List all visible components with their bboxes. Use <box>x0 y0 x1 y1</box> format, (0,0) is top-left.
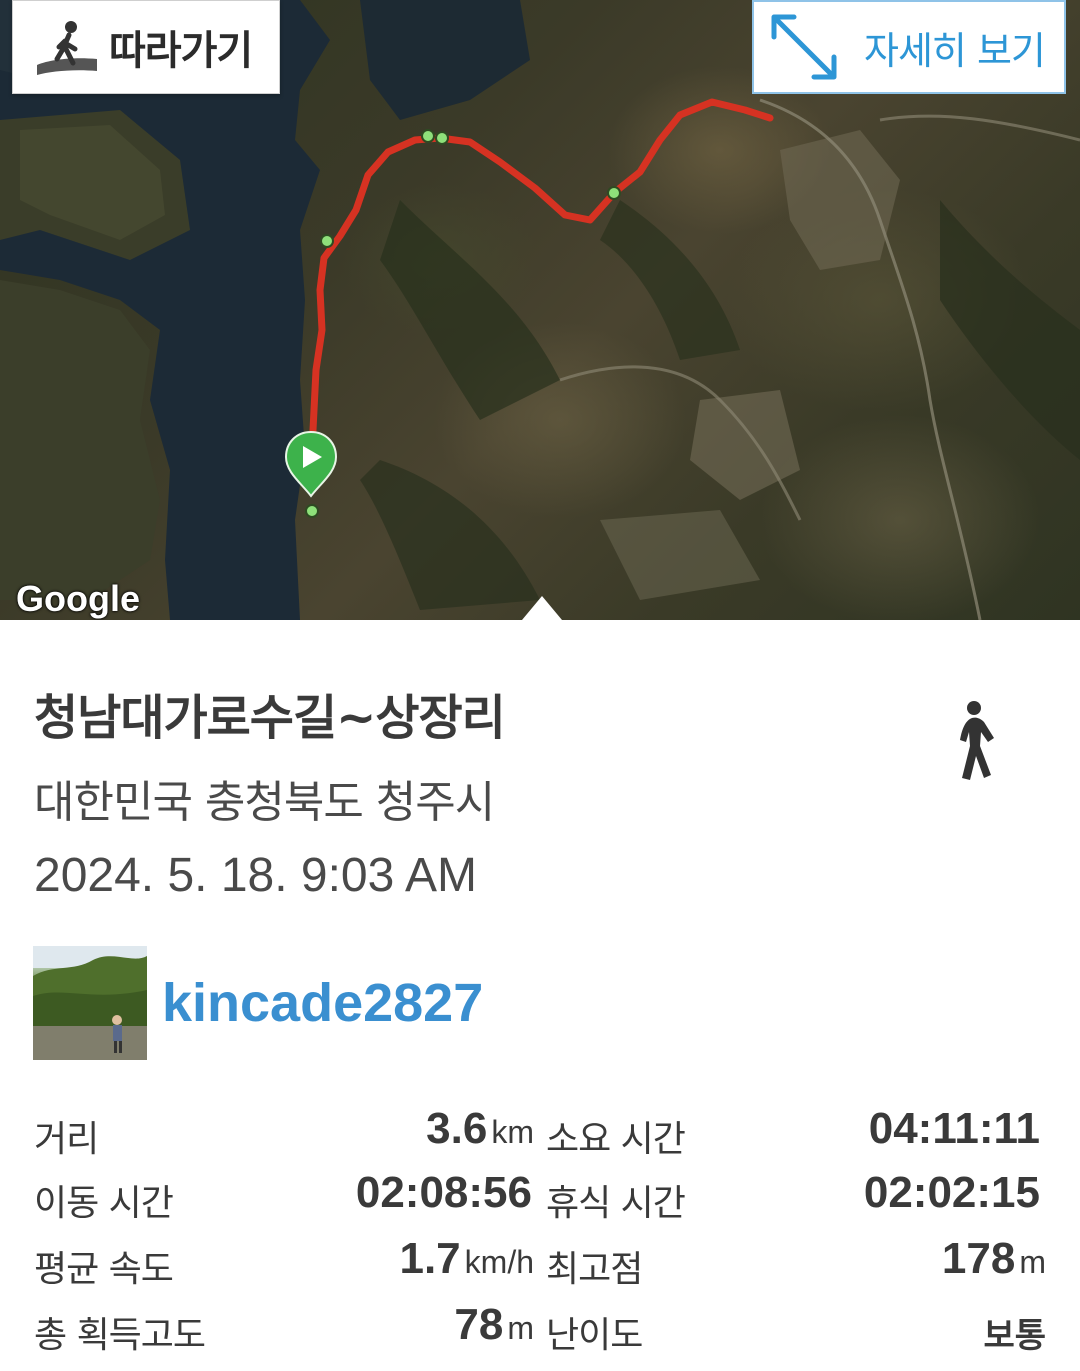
track-datetime: 2024. 5. 18. 9:03 AM <box>34 849 477 902</box>
track-location: 대한민국 충청북도 청주시 <box>34 777 495 828</box>
follow-walker-icon <box>37 21 97 75</box>
expand-arrows-icon <box>771 14 837 80</box>
moving-time-label: 이동 시간 <box>34 1183 174 1224</box>
walking-icon <box>960 701 994 780</box>
rest-time-value: 02:02:15 <box>863 1168 1040 1217</box>
waypoint-marker <box>305 504 319 518</box>
avatar-photo <box>33 946 147 1060</box>
avatar[interactable] <box>33 946 147 1060</box>
follow-button[interactable]: 따라가기 <box>12 0 280 94</box>
waypoint-marker <box>421 129 435 143</box>
waypoint-marker <box>320 234 334 248</box>
difficulty-label: 난이도 <box>546 1315 643 1356</box>
elevation-gain-label: 총 획득고도 <box>34 1315 206 1356</box>
distance-label: 거리 <box>34 1119 99 1160</box>
track-info-panel: 청남대가로수길~상장리 대한민국 충청북도 청주시 2024. 5. 18. 9… <box>0 620 1080 1371</box>
rest-time-label: 휴식 시간 <box>546 1183 686 1224</box>
difficulty-value: 보통 <box>983 1316 1046 1356</box>
waypoint-marker <box>607 186 621 200</box>
track-title: 청남대가로수길~상장리 <box>34 690 506 746</box>
username-link[interactable]: kincade2827 <box>162 972 483 1034</box>
total-time-value: 04:11:11 <box>868 1104 1040 1153</box>
view-details-button[interactable]: 자세히 보기 <box>752 0 1066 94</box>
view-details-label: 자세히 보기 <box>864 28 1046 73</box>
max-elevation-label: 최고점 <box>546 1249 643 1290</box>
distance-value: 3.6 km <box>426 1104 534 1153</box>
waypoint-marker <box>435 131 449 145</box>
moving-time-value: 02:08:56 <box>355 1168 532 1217</box>
avg-speed-value: 1.7 km/h <box>399 1234 534 1283</box>
elevation-gain-value: 78 m <box>454 1300 534 1349</box>
panel-pointer <box>522 596 562 620</box>
satellite-map[interactable]: 따라가기 자세히 보기 Google <box>0 0 1080 620</box>
max-elevation-value: 178 m <box>941 1234 1046 1283</box>
google-attribution: Google <box>16 578 140 619</box>
avg-speed-label: 평균 속도 <box>34 1249 174 1290</box>
follow-button-label: 따라가기 <box>109 28 253 74</box>
total-time-label: 소요 시간 <box>546 1119 686 1160</box>
